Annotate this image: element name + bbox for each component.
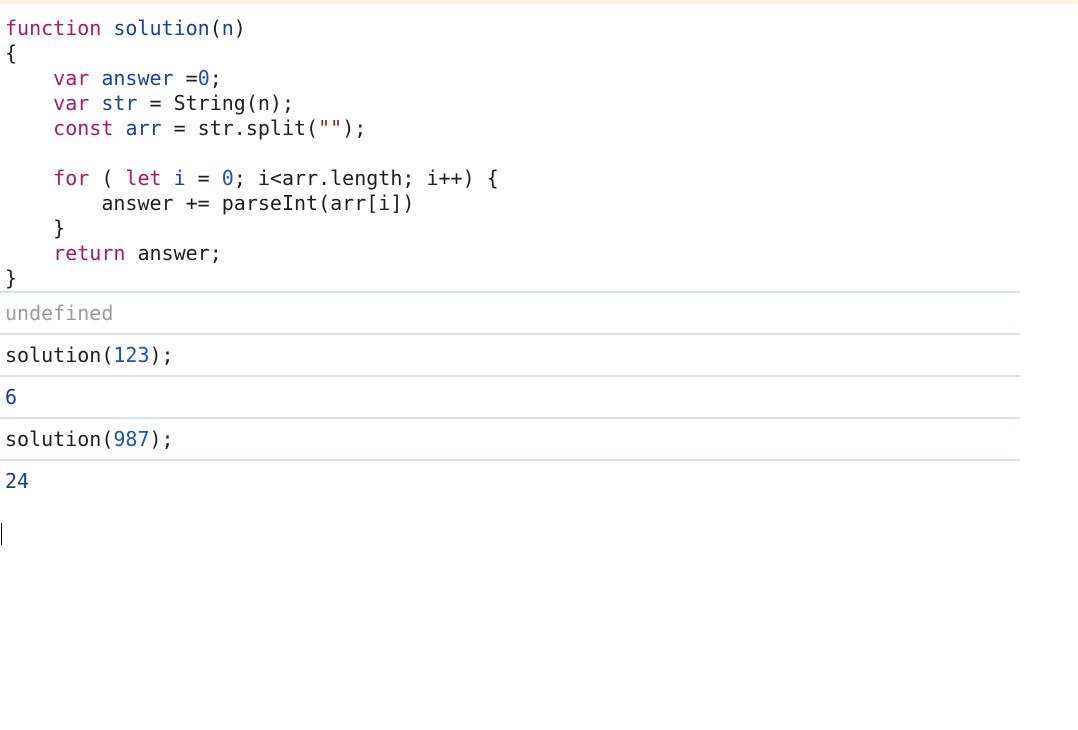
code-line-4: var str = String(n); (5, 91, 1020, 116)
identifier: str (101, 91, 138, 115)
function-name: solution (113, 16, 210, 40)
code-text: ); (342, 116, 367, 140)
paren: ) (233, 16, 246, 40)
console-output-undefined: undefined (0, 291, 1020, 333)
output-text: undefined (5, 301, 114, 325)
code-text: ; i<arr.length; i++) { (233, 166, 499, 190)
console-input-solution-123[interactable]: solution(123); (0, 333, 1020, 375)
keyword: var (53, 66, 90, 90)
code-line-7: for ( let i = 0; i<arr.length; i++) { (5, 166, 1020, 191)
keyword: let (125, 166, 162, 190)
output-number: 24 (5, 469, 30, 493)
code-line-9: } (5, 216, 1020, 241)
output-number: 6 (5, 385, 18, 409)
string-literal: "" (318, 116, 343, 140)
paren: ( (209, 16, 222, 40)
code-line-10: return answer; (5, 241, 1020, 266)
number-literal: 987 (113, 427, 150, 451)
code-text: ( (89, 166, 126, 190)
call-text: ); (149, 343, 174, 367)
brace: } (5, 266, 18, 290)
top-strip (0, 0, 1078, 4)
number-literal: 0 (221, 166, 234, 190)
code-line-5: const arr = str.split(""); (5, 116, 1020, 141)
keyword: var (53, 91, 90, 115)
operator: = (173, 66, 198, 90)
code-text: answer; (125, 241, 222, 265)
identifier: answer (101, 66, 174, 90)
console-input-solution-987[interactable]: solution(987); (0, 417, 1020, 459)
keyword: return (53, 241, 126, 265)
code-line-3: var answer =0; (5, 66, 1020, 91)
number-literal: 123 (113, 343, 150, 367)
identifier: arr (125, 116, 162, 140)
console-prompt-cursor[interactable] (1, 523, 2, 545)
code-text: = str.split( (161, 116, 319, 140)
keyword: for (53, 166, 90, 190)
code-text: answer += parseInt(arr[i]) (101, 191, 415, 215)
console-log: function solution(n) { var answer =0; va… (0, 16, 1020, 501)
number-literal: 0 (197, 66, 210, 90)
brace: } (53, 216, 66, 240)
code-line-8: answer += parseInt(arr[i]) (5, 191, 1020, 216)
code-line-2: { (5, 41, 1020, 66)
semicolon: ; (209, 66, 222, 90)
code-line-1: function solution(n) (5, 16, 1020, 41)
keyword: function (5, 16, 102, 40)
identifier: i (173, 166, 186, 190)
brace: { (5, 41, 18, 65)
call-text: ); (149, 427, 174, 451)
code-line-11: } (5, 266, 1020, 291)
code-text: = String(n); (137, 91, 295, 115)
call-text: solution( (5, 343, 114, 367)
param-name: n (221, 16, 234, 40)
function-definition-input[interactable]: function solution(n) { var answer =0; va… (0, 16, 1020, 291)
keyword: const (53, 116, 114, 140)
operator: = (185, 166, 222, 190)
call-text: solution( (5, 427, 114, 451)
console-output-result: 24 (0, 459, 1020, 501)
console-output-result: 6 (0, 375, 1020, 417)
